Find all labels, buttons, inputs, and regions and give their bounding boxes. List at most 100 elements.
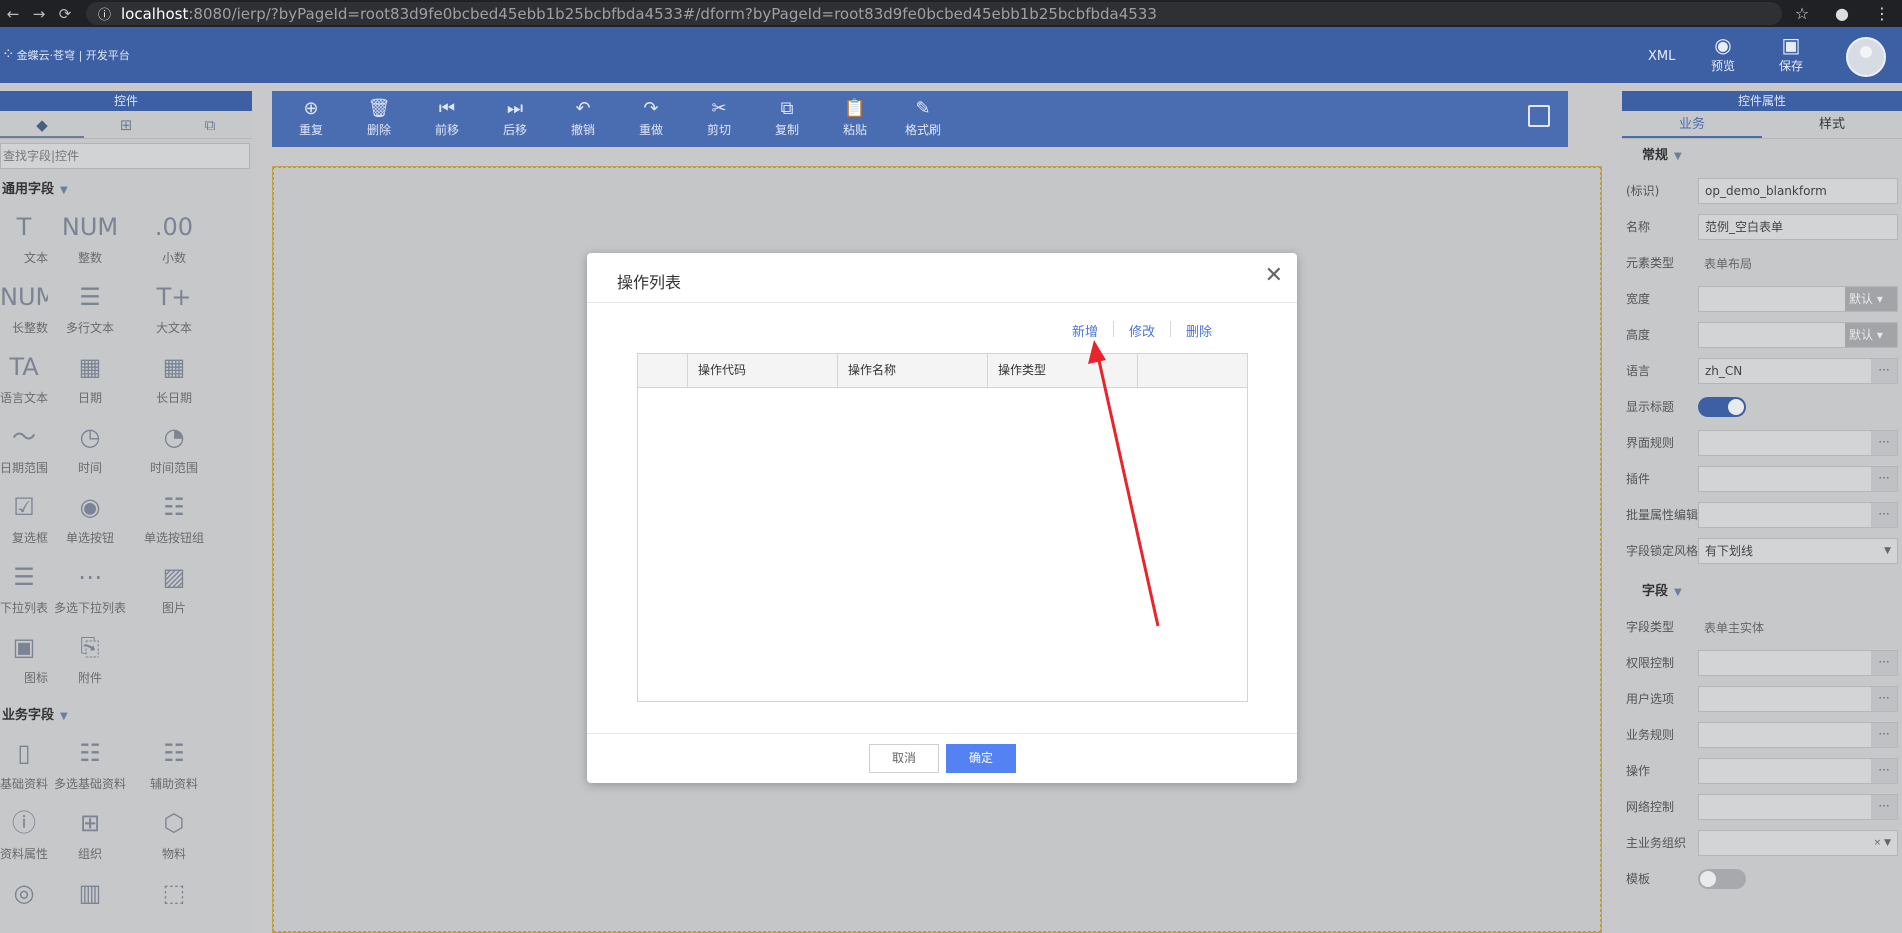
- profile-icon[interactable]: ●: [1822, 4, 1862, 23]
- info-icon[interactable]: ⓘ: [98, 4, 111, 23]
- control-item[interactable]: ☷ 单选按钮组: [132, 485, 216, 555]
- control-item[interactable]: ▣ 图标: [0, 625, 48, 695]
- duplicate-button[interactable]: ⊕ 重复: [277, 91, 345, 147]
- xml-button[interactable]: XML: [1648, 49, 1675, 64]
- cancel-button[interactable]: 取消: [869, 744, 939, 773]
- reload-icon[interactable]: ⟳: [52, 5, 78, 23]
- control-item[interactable]: NUM 长整数: [0, 275, 48, 345]
- cut-button[interactable]: ✂ 剪切: [685, 91, 753, 147]
- permission-input[interactable]: ···: [1698, 650, 1898, 676]
- undo-button[interactable]: ↶ 撤销: [549, 91, 617, 147]
- control-item[interactable]: ☰ 多行文本: [48, 275, 132, 345]
- user-options-input[interactable]: ···: [1698, 686, 1898, 712]
- delete-operation-link[interactable]: 删除: [1171, 321, 1227, 340]
- clear-and-dropdown-icon[interactable]: × ▼: [1874, 831, 1891, 855]
- close-icon[interactable]: ✕: [1265, 265, 1283, 287]
- control-item[interactable]: ⬡ 物料: [132, 801, 216, 871]
- control-item[interactable]: TA 多语言文本: [0, 345, 48, 415]
- operation-input[interactable]: ···: [1698, 758, 1898, 784]
- add-operation-link[interactable]: 新增: [1057, 321, 1113, 340]
- control-item[interactable]: ◷ 时间: [48, 415, 132, 485]
- control-item[interactable]: ⎘ 附件: [48, 625, 132, 695]
- height-input[interactable]: 默认 ▾: [1698, 322, 1898, 348]
- ellipsis-icon[interactable]: ···: [1871, 723, 1897, 747]
- show-title-toggle[interactable]: [1698, 397, 1746, 417]
- move-backward-button[interactable]: ⏭ 后移: [481, 91, 549, 147]
- format-brush-button[interactable]: ✎ 格式刷: [889, 91, 957, 147]
- select-column-header[interactable]: [638, 354, 688, 387]
- move-forward-button[interactable]: ⏮ 前移: [413, 91, 481, 147]
- control-item[interactable]: ⬚: [132, 871, 216, 933]
- control-item[interactable]: ⊞ 组织: [48, 801, 132, 871]
- control-item[interactable]: ▯ 基础资料: [0, 731, 48, 801]
- control-item[interactable]: NUM 整数: [48, 205, 132, 275]
- layers-tab-icon[interactable]: ◆: [0, 111, 84, 138]
- section-general-fields[interactable]: 通用字段 ▼: [0, 175, 252, 205]
- control-item[interactable]: ☷ 辅助资料: [132, 731, 216, 801]
- tab-style[interactable]: 样式: [1762, 111, 1902, 138]
- network-control-input[interactable]: ···: [1698, 794, 1898, 820]
- components-tab-icon[interactable]: ⧉: [168, 111, 252, 138]
- section-business-fields[interactable]: 业务字段 ▼: [0, 701, 252, 731]
- control-item[interactable]: ◔ 时间范围: [132, 415, 216, 485]
- main-org-select[interactable]: × ▼: [1698, 830, 1898, 856]
- ellipsis-icon[interactable]: ···: [1871, 503, 1897, 527]
- control-item[interactable]: ⋯ 多选下拉列表: [48, 555, 132, 625]
- control-item[interactable]: ▦ 长日期: [132, 345, 216, 415]
- tree-tab-icon[interactable]: ⊞: [84, 111, 168, 138]
- paste-button[interactable]: 📋 粘贴: [821, 91, 889, 147]
- control-item[interactable]: ▦ 日期: [48, 345, 132, 415]
- ellipsis-icon[interactable]: ···: [1871, 467, 1897, 491]
- menu-icon[interactable]: ⋮: [1862, 4, 1902, 23]
- control-item[interactable]: ▥: [48, 871, 132, 933]
- language-input[interactable]: zh_CN ···: [1698, 358, 1898, 384]
- back-icon[interactable]: ←: [0, 5, 26, 23]
- ellipsis-icon[interactable]: ···: [1871, 759, 1897, 783]
- forward-icon[interactable]: →: [26, 5, 52, 23]
- control-item[interactable]: T 文本: [0, 205, 48, 275]
- control-item[interactable]: ☷ 多选基础资料: [48, 731, 132, 801]
- ellipsis-icon[interactable]: ···: [1871, 431, 1897, 455]
- control-item[interactable]: ▨ 图片: [132, 555, 216, 625]
- bookmark-star-icon[interactable]: ☆: [1782, 4, 1822, 23]
- batch-edit-input[interactable]: ···: [1698, 502, 1898, 528]
- column-header-op-name[interactable]: 操作名称: [838, 354, 988, 387]
- preview-button[interactable]: ◉ 预览: [1699, 33, 1747, 74]
- control-item[interactable]: ◉ 单选按钮: [48, 485, 132, 555]
- name-input[interactable]: 范例_空白表单: [1698, 214, 1898, 240]
- ellipsis-icon[interactable]: ···: [1871, 359, 1897, 383]
- avatar[interactable]: [1846, 37, 1886, 77]
- height-unit-select[interactable]: 默认 ▾: [1845, 323, 1897, 347]
- control-search-input[interactable]: 查找字段|控件: [0, 143, 250, 169]
- redo-button[interactable]: ↷ 重做: [617, 91, 685, 147]
- tab-business[interactable]: 业务: [1622, 111, 1762, 138]
- ellipsis-icon[interactable]: ···: [1871, 795, 1897, 819]
- width-input[interactable]: 默认 ▾: [1698, 286, 1898, 312]
- delete-button[interactable]: 🗑 删除: [345, 91, 413, 147]
- width-unit-select[interactable]: 默认 ▾: [1845, 287, 1897, 311]
- plugins-input[interactable]: ···: [1698, 466, 1898, 492]
- control-item[interactable]: ☑ 复选框: [0, 485, 48, 555]
- ellipsis-icon[interactable]: ···: [1871, 687, 1897, 711]
- section-field[interactable]: 字段 ▼: [1622, 575, 1902, 609]
- confirm-button[interactable]: 确定: [946, 744, 1016, 773]
- address-bar[interactable]: ⓘ localhost:8080/ierp/?byPageId=root83d9…: [86, 2, 1782, 25]
- field-lock-select[interactable]: 有下划线 ▼: [1698, 538, 1898, 564]
- template-toggle[interactable]: [1698, 869, 1746, 889]
- business-rules-input[interactable]: ···: [1698, 722, 1898, 748]
- fullscreen-icon[interactable]: [1528, 105, 1550, 127]
- control-item[interactable]: ◎: [0, 871, 48, 933]
- control-item[interactable]: .00 小数: [132, 205, 216, 275]
- edit-operation-link[interactable]: 修改: [1114, 321, 1170, 340]
- section-common[interactable]: 常规 ▼: [1622, 139, 1902, 173]
- ellipsis-icon[interactable]: ···: [1871, 651, 1897, 675]
- copy-button[interactable]: ⧉ 复制: [753, 91, 821, 147]
- control-item[interactable]: ☰ 下拉列表: [0, 555, 48, 625]
- column-header-op-type[interactable]: 操作类型: [988, 354, 1138, 387]
- column-header-op-code[interactable]: 操作代码: [688, 354, 838, 387]
- ui-rules-input[interactable]: ···: [1698, 430, 1898, 456]
- control-item[interactable]: T+ 大文本: [132, 275, 216, 345]
- identifier-input[interactable]: op_demo_blankform: [1698, 178, 1898, 204]
- control-item[interactable]: 〜日期范围: [0, 415, 48, 485]
- save-button[interactable]: ▣ 保存: [1767, 33, 1815, 74]
